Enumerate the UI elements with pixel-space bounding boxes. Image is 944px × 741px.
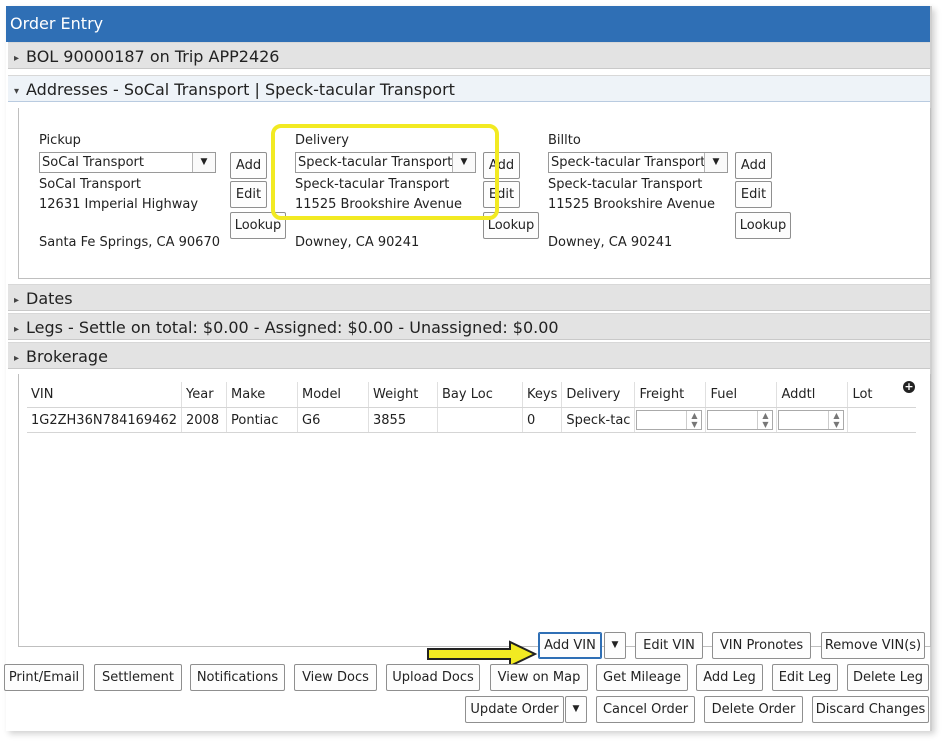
dropdown-arrow-icon[interactable]: ▼ (704, 153, 727, 172)
section-bol[interactable]: ▸ BOL 90000187 on Trip APP2426 (8, 42, 930, 69)
col-weight[interactable]: Weight (368, 382, 439, 408)
section-brokerage[interactable]: ▸ Brokerage (8, 342, 930, 369)
billto-select[interactable]: Speck-tacular Transport ▼ (548, 152, 728, 173)
cell-weight: 3855 (368, 407, 439, 433)
billto-select-value: Speck-tacular Transport (551, 155, 706, 170)
notifications-button[interactable]: Notifications (190, 664, 285, 691)
col-freight[interactable]: Freight (634, 382, 707, 408)
cell-addtl: ▲ ▼ (776, 407, 849, 433)
cell-model: G6 (297, 407, 370, 433)
delivery-city: Downey, CA 90241 (295, 235, 420, 250)
settlement-button[interactable]: Settlement (94, 664, 182, 691)
add-vin-button[interactable]: Add VIN (538, 632, 602, 659)
view-docs-button[interactable]: View Docs (294, 664, 377, 691)
triangle-right-icon: ▸ (14, 295, 20, 306)
pickup-name: SoCal Transport (39, 177, 141, 192)
cell-fuel: ▲ ▼ (705, 407, 778, 433)
table-row[interactable]: 1G2ZH36N784169462 2008 Pontiac G6 3855 0… (27, 407, 917, 433)
delivery-highlight-annotation (271, 124, 499, 220)
billto-edit-button[interactable]: Edit (735, 181, 772, 208)
add-leg-button[interactable]: Add Leg (696, 664, 763, 691)
get-mileage-button[interactable]: Get Mileage (596, 664, 688, 691)
pickup-add-button[interactable]: Add (230, 152, 267, 179)
billto-label: Billto (548, 133, 581, 148)
billto-city: Downey, CA 90241 (548, 235, 673, 250)
section-bol-label: BOL 90000187 on Trip APP2426 (26, 47, 280, 66)
pickup-edit-button[interactable]: Edit (230, 181, 267, 208)
cell-lot (847, 407, 917, 433)
col-make[interactable]: Make (226, 382, 299, 408)
delete-order-button[interactable]: Delete Order (704, 696, 803, 723)
discard-changes-button[interactable]: Discard Changes (812, 696, 929, 723)
order-entry-window: Order Entry ▸ BOL 90000187 on Trip APP242… (4, 6, 932, 731)
pickup-city: Santa Fe Springs, CA 90670 (39, 235, 220, 250)
dropdown-arrow-icon: ▼ (572, 704, 580, 714)
plus-circle-icon[interactable]: + (903, 381, 915, 393)
vin-grid-panel: VIN Year Make Model Weight Bay Loc Keys … (18, 374, 931, 647)
billto-street: 11525 Brookshire Avenue (548, 197, 716, 212)
cell-make: Pontiac (226, 407, 299, 433)
vin-table: VIN Year Make Model Weight Bay Loc Keys … (27, 382, 917, 433)
section-dates[interactable]: ▸ Dates (8, 284, 930, 311)
col-delivery[interactable]: Delivery (561, 382, 636, 408)
col-addtl[interactable]: Addtl (776, 382, 849, 408)
cell-year: 2008 (181, 407, 228, 433)
update-order-dropdown[interactable]: ▼ (565, 696, 587, 723)
billto-lookup-button[interactable]: Lookup (735, 212, 791, 239)
section-legs-label: Legs - Settle on total: $0.00 - Assigned… (26, 318, 559, 337)
col-vin[interactable]: VIN (27, 382, 183, 408)
pickup-select-value: SoCal Transport (42, 155, 144, 170)
section-legs[interactable]: ▸ Legs - Settle on total: $0.00 - Assigne… (8, 313, 930, 340)
pickup-label: Pickup (39, 133, 81, 148)
section-brokerage-label: Brokerage (26, 347, 108, 366)
add-vin-dropdown[interactable]: ▼ (604, 632, 626, 659)
dropdown-arrow-icon: ▼ (611, 640, 619, 650)
vin-pronotes-button[interactable]: VIN Pronotes (712, 632, 811, 659)
addtl-input[interactable]: ▲ ▼ (778, 410, 845, 430)
view-on-map-button[interactable]: View on Map (490, 664, 588, 691)
cancel-order-button[interactable]: Cancel Order (596, 696, 695, 723)
cell-bayloc (437, 407, 524, 433)
col-fuel[interactable]: Fuel (705, 382, 778, 408)
triangle-down-icon: ▾ (14, 86, 20, 97)
col-model[interactable]: Model (297, 382, 370, 408)
table-header-row: VIN Year Make Model Weight Bay Loc Keys … (27, 382, 917, 408)
section-addresses[interactable]: ▾ Addresses - SoCal Transport | Speck-tac… (8, 75, 930, 102)
section-dates-label: Dates (26, 289, 73, 308)
billto-add-button[interactable]: Add (735, 152, 772, 179)
col-keys[interactable]: Keys (522, 382, 563, 408)
cell-keys: 0 (522, 407, 563, 433)
section-addresses-label: Addresses - SoCal Transport | Speck-tacu… (26, 80, 455, 99)
col-year[interactable]: Year (181, 382, 228, 408)
edit-leg-button[interactable]: Edit Leg (772, 664, 838, 691)
triangle-right-icon: ▸ (14, 324, 20, 335)
update-order-button[interactable]: Update Order (465, 696, 564, 723)
delete-leg-button[interactable]: Delete Leg (847, 664, 929, 691)
window-title: Order Entry (6, 6, 930, 42)
spinner-icon[interactable]: ▲ ▼ (828, 411, 843, 429)
col-bayloc[interactable]: Bay Loc (437, 382, 524, 408)
freight-input[interactable]: ▲ ▼ (636, 410, 703, 430)
cell-vin: 1G2ZH36N784169462 (27, 407, 183, 433)
print-email-button[interactable]: Print/Email (4, 664, 84, 691)
upload-docs-button[interactable]: Upload Docs (386, 664, 480, 691)
spinner-icon[interactable]: ▲ ▼ (757, 411, 772, 429)
billto-name: Speck-tacular Transport (548, 177, 703, 192)
pickup-street: 12631 Imperial Highway (39, 197, 199, 212)
spinner-icon[interactable]: ▲ ▼ (686, 411, 701, 429)
edit-vin-button[interactable]: Edit VIN (635, 632, 703, 659)
triangle-right-icon: ▸ (14, 353, 20, 364)
cell-delivery: Speck-tac (561, 407, 636, 433)
fuel-input[interactable]: ▲ ▼ (707, 410, 774, 430)
dropdown-arrow-icon[interactable]: ▼ (192, 153, 215, 172)
triangle-right-icon: ▸ (14, 53, 20, 64)
pickup-select[interactable]: SoCal Transport ▼ (39, 152, 216, 173)
cell-freight: ▲ ▼ (634, 407, 707, 433)
remove-vin-button[interactable]: Remove VIN(s) (821, 632, 925, 659)
